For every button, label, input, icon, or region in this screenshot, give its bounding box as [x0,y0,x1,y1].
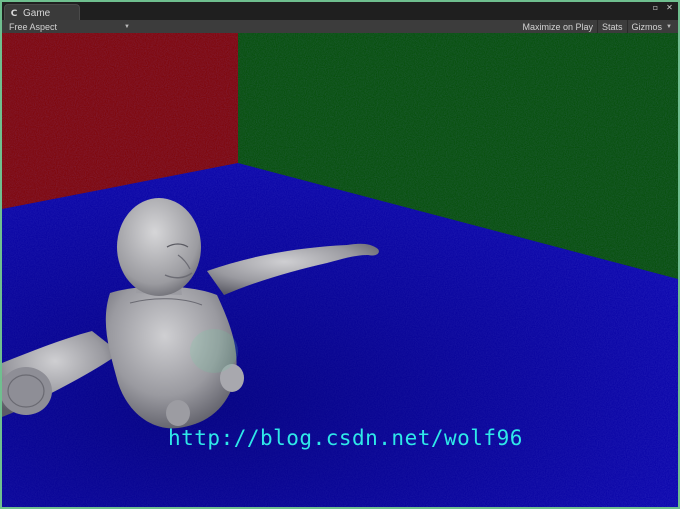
maximize-icon[interactable]: ▫ [651,3,660,12]
chevron-down-icon: ▼ [124,24,130,30]
game-toolbar: Free Aspect ▼ Maximize on Play Stats Giz… [2,20,678,34]
game-controller-icon: C [10,8,18,19]
gizmos-label: Gizmos [631,22,663,32]
close-icon[interactable]: ✕ [665,3,674,12]
tab-bar: C Game ▫ ✕ [2,2,678,22]
game-viewport[interactable]: http://blog.csdn.net/wolf96 [2,33,678,507]
aspect-dropdown[interactable]: Free Aspect ▼ [2,20,134,34]
chevron-down-icon: ▼ [666,24,672,30]
toolbar-right: Maximize on Play Stats Gizmos ▼ [518,20,676,34]
maximize-on-play-toggle[interactable]: Maximize on Play [518,20,597,34]
aspect-label: Free Aspect [9,22,58,32]
tab-label: Game [23,8,51,19]
gizmos-dropdown[interactable]: Gizmos ▼ [626,20,676,34]
watermark-text: http://blog.csdn.net/wolf96 [168,426,523,450]
head [117,198,201,296]
stats-toggle[interactable]: Stats [597,20,627,34]
window-controls: ▫ ✕ [651,3,674,12]
game-window: C Game ▫ ✕ Free Aspect ▼ Maximize on Pla… [0,0,680,509]
